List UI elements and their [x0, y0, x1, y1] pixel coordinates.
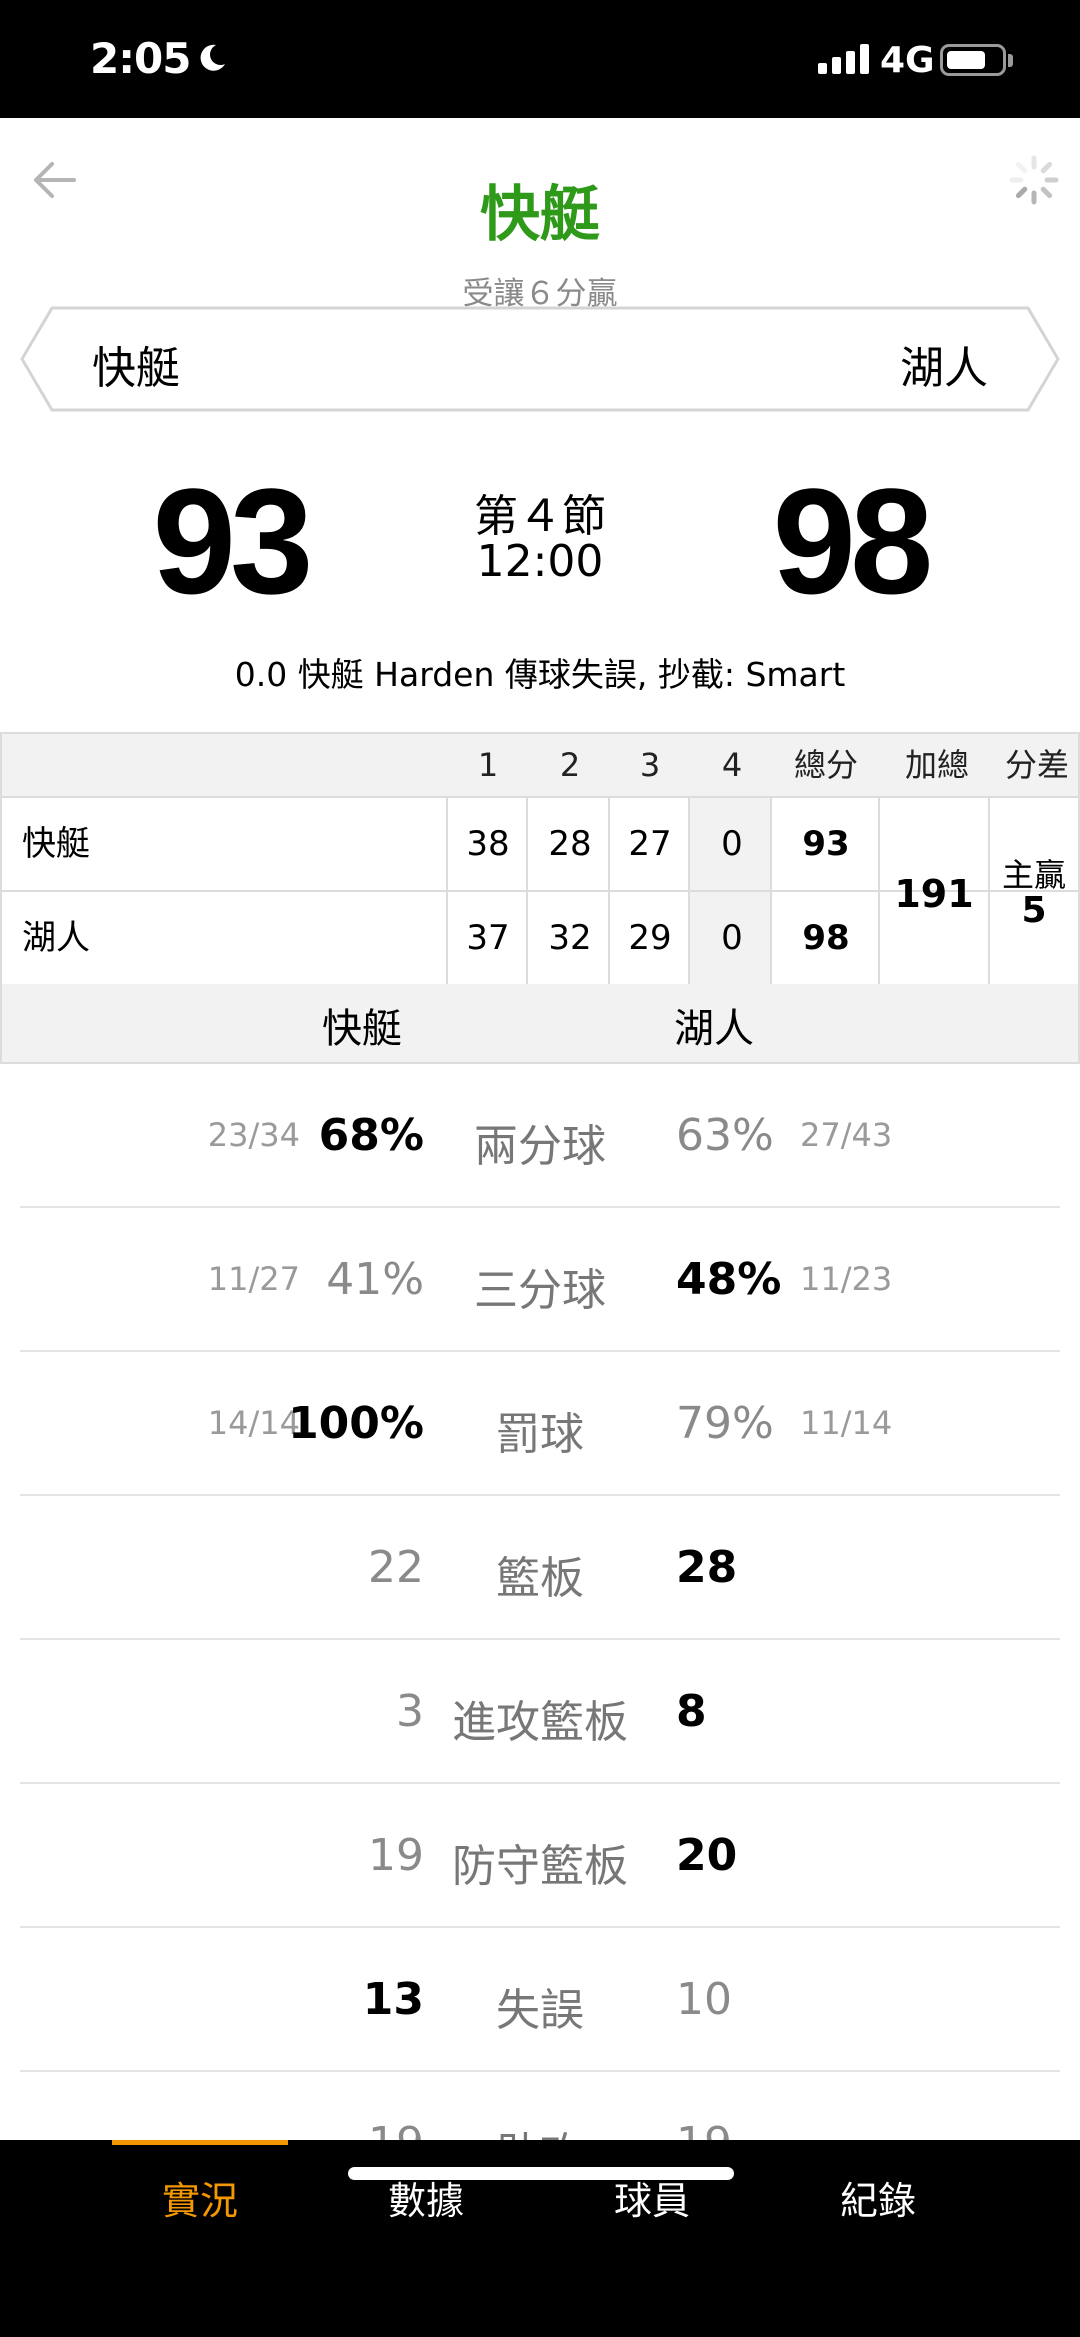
score-cell: 38 — [466, 824, 510, 864]
score-cell: 28 — [548, 824, 592, 864]
total-cell: 93 — [802, 824, 850, 864]
home-stat-fraction: 23/34 — [207, 1116, 300, 1154]
row-team-name: 湖人 — [22, 918, 90, 958]
moon-icon — [200, 44, 225, 71]
away-stat-fraction: 27/43 — [800, 1116, 893, 1154]
stat-row-two-pointers: 23/34 68% 兩分球 63% 27/43 — [20, 1064, 1060, 1208]
table-header-row: 1 2 3 4 總分 加總 分差 — [0, 732, 1080, 798]
away-stat-value: 20 — [676, 1830, 738, 1881]
away-team-name[interactable]: 湖人 — [900, 332, 988, 396]
stat-row-offensive-rebounds: 3 進攻籃板 8 — [20, 1640, 1060, 1784]
status-bar: 2:05 4G — [0, 0, 1080, 118]
stat-row-free-throws: 14/14 100% 罰球 79% 11/14 — [20, 1352, 1060, 1496]
away-score: 98 — [772, 457, 934, 625]
row-team-name: 快艇 — [22, 824, 90, 864]
away-stat-value: 10 — [676, 1974, 732, 2025]
stat-label: 防守籃板 — [452, 1841, 628, 1892]
total-cell: 98 — [802, 918, 850, 958]
combined-score: 191 — [894, 872, 974, 916]
tab-records[interactable]: 紀錄 — [788, 2170, 968, 2225]
stat-label: 三分球 — [474, 1265, 606, 1316]
away-stat-value: 63% — [676, 1110, 774, 1161]
status-time: 2:05 — [90, 34, 191, 83]
stat-row-defensive-rebounds: 19 防守籃板 20 — [20, 1784, 1060, 1928]
header-q4: 4 — [721, 746, 743, 784]
away-stat-value: 48% — [676, 1254, 782, 1305]
loading-spinner-icon — [1009, 155, 1059, 205]
comparison-header: 快艇 湖人 — [0, 984, 1080, 1064]
stat-label: 罰球 — [496, 1409, 584, 1460]
away-stat-fraction: 11/23 — [800, 1260, 893, 1298]
home-stat-fraction: 11/27 — [207, 1260, 300, 1298]
away-stat-value: 8 — [676, 1686, 707, 1737]
away-stat-value: 28 — [676, 1542, 738, 1593]
network-type: 4G — [880, 40, 935, 81]
header-q3: 3 — [639, 746, 661, 784]
tab-live[interactable]: 實況 — [110, 2170, 290, 2225]
stat-label: 兩分球 — [474, 1121, 606, 1172]
last-play-text: 0.0 快艇 Harden 傳球失誤, 抄截: Smart — [234, 655, 846, 694]
stat-label: 籃板 — [496, 1553, 584, 1604]
home-indicator[interactable] — [348, 2167, 734, 2180]
home-team-name[interactable]: 快艇 — [92, 332, 180, 396]
diff-value: 5 — [1021, 890, 1047, 931]
stat-label: 進攻籃板 — [452, 1697, 628, 1748]
active-tab-indicator — [112, 2140, 288, 2145]
signal-icon — [818, 44, 869, 74]
header-q1: 1 — [477, 746, 499, 784]
score-cell: 37 — [466, 918, 510, 958]
score-cell: 0 — [721, 824, 743, 864]
stat-row-rebounds: 22 籃板 28 — [20, 1496, 1060, 1640]
header-q2: 2 — [559, 746, 581, 784]
compare-home-team: 快艇 — [322, 1006, 402, 1052]
compare-away-team: 湖人 — [674, 1006, 754, 1052]
team-selector: 快艇 湖人 — [20, 306, 1060, 412]
page-title: 快艇 — [480, 180, 600, 250]
score-cell: 32 — [548, 918, 592, 958]
header-total: 總分 — [793, 746, 858, 784]
score-cell: 0 — [721, 918, 743, 958]
away-stat-fraction: 11/14 — [800, 1404, 893, 1442]
stat-row-turnovers: 13 失誤 10 — [20, 1928, 1060, 2072]
header-combined: 加總 — [904, 746, 969, 784]
battery-icon — [940, 44, 1006, 76]
score-cell: 27 — [628, 824, 672, 864]
score-cell: 29 — [628, 918, 672, 958]
header-diff: 分差 — [1004, 746, 1069, 784]
away-stat-value: 79% — [676, 1398, 774, 1449]
stat-label: 失誤 — [496, 1985, 584, 2036]
stat-row-three-pointers: 11/27 41% 三分球 48% 11/23 — [20, 1208, 1060, 1352]
home-stat-fraction: 14/14 — [207, 1404, 300, 1442]
